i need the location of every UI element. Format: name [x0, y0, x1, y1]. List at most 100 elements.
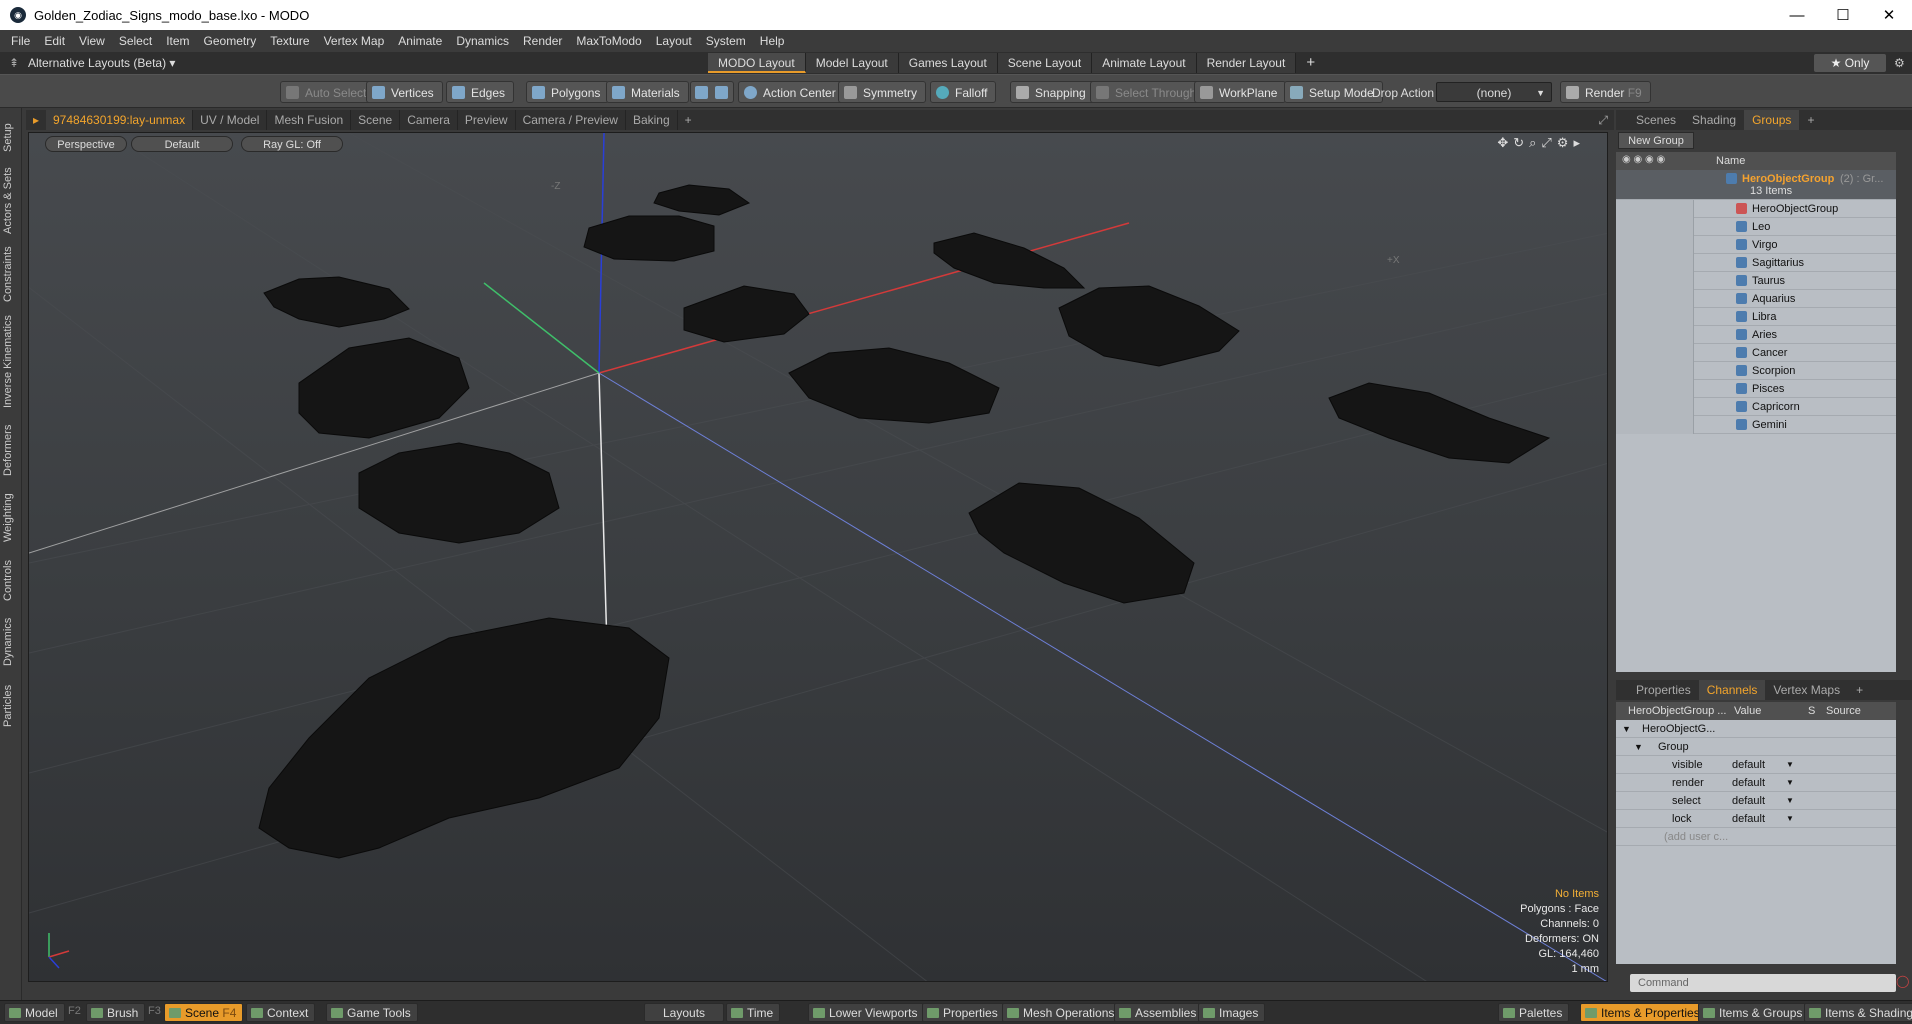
zodiac-mesh-aries[interactable]	[653, 184, 751, 216]
falloff-button[interactable]: Falloff	[930, 81, 997, 103]
setup-mode-button[interactable]: Setup Mode	[1284, 81, 1383, 103]
tab-modo-layout[interactable]: MODO Layout	[708, 53, 806, 73]
tab-shading[interactable]: Shading	[1684, 110, 1744, 130]
brush-button[interactable]: Brush	[86, 1003, 146, 1022]
tree-item[interactable]: Libra	[1616, 308, 1896, 326]
mesh-operations-button[interactable]: Mesh Operations	[1002, 1003, 1122, 1022]
tab-setup[interactable]: Setup	[2, 118, 20, 158]
add-panel-tab-button[interactable]: +	[1799, 110, 1822, 130]
items-shading-button[interactable]: Items & Shading	[1804, 1003, 1912, 1022]
menu-animate[interactable]: Animate	[391, 34, 449, 48]
menu-vertex-map[interactable]: Vertex Map	[317, 34, 392, 48]
channel-group[interactable]: ▼ Group	[1616, 738, 1896, 756]
menu-geometry[interactable]: Geometry	[197, 34, 264, 48]
palettes-button[interactable]: Palettes	[1498, 1003, 1570, 1022]
channel-root[interactable]: ▼ HeroObjectG...	[1616, 720, 1896, 738]
game-tools-button[interactable]: Game Tools	[326, 1003, 418, 1022]
zodiac-mesh-pisces[interactable]	[1328, 382, 1551, 464]
items-groups-button[interactable]: Items & Groups	[1698, 1003, 1810, 1022]
model-button[interactable]: Model	[4, 1003, 65, 1022]
tab-uv-model[interactable]: UV / Model	[193, 110, 268, 130]
gear-icon[interactable]: ⚙	[1894, 56, 1905, 70]
tab-preview[interactable]: Preview	[458, 110, 516, 130]
tree-item[interactable]: Virgo	[1616, 236, 1896, 254]
tab-render-layout[interactable]: Render Layout	[1196, 53, 1297, 73]
tab-camera[interactable]: Camera	[400, 110, 458, 130]
menu-layout[interactable]: Layout	[649, 34, 699, 48]
tab-scenes[interactable]: Scenes	[1628, 110, 1684, 130]
polygons-button[interactable]: Polygons	[526, 81, 610, 103]
menu-maxtomodo[interactable]: MaxToModo	[569, 34, 648, 48]
auto-select-button[interactable]: Auto Select	[280, 81, 376, 103]
snapping-button[interactable]: Snapping	[1010, 81, 1095, 103]
tab-lay-unmax[interactable]: 97484630199:lay-unmax	[46, 110, 194, 130]
tab-actors-sets[interactable]: Actors & Sets	[2, 166, 20, 236]
default-shading-button[interactable]: Default	[131, 136, 233, 152]
items-properties-button[interactable]: Items & Properties	[1580, 1003, 1707, 1022]
tab-games-layout[interactable]: Games Layout	[898, 53, 998, 73]
menu-select[interactable]: Select	[112, 34, 159, 48]
maximize-button[interactable]: ☐	[1820, 6, 1866, 24]
scene-button[interactable]: Scene F4	[164, 1003, 244, 1022]
tree-item[interactable]: Scorpion	[1616, 362, 1896, 380]
only-toggle[interactable]: ★ Only	[1814, 54, 1886, 72]
3d-viewport[interactable]: -Z +X Perspective Default Ray GL: Off ✥↻…	[28, 132, 1608, 982]
materials-button[interactable]: Materials	[606, 81, 689, 103]
tab-properties[interactable]: Properties	[1628, 680, 1699, 700]
assemblies-button[interactable]: Assemblies	[1114, 1003, 1204, 1022]
channel-row-select[interactable]: select default ▼	[1616, 792, 1896, 810]
tab-baking[interactable]: Baking	[626, 110, 678, 130]
drop-action-select[interactable]: (none) ▼	[1436, 82, 1552, 102]
zodiac-mesh-cancer[interactable]	[258, 617, 670, 859]
zodiac-mesh-cancer-small[interactable]	[683, 285, 810, 343]
alternative-layouts-dropdown[interactable]: Alternative Layouts (Beta) ▾	[28, 56, 708, 70]
menu-view[interactable]: View	[72, 34, 112, 48]
tab-vertex-maps[interactable]: Vertex Maps	[1765, 680, 1848, 700]
add-tab-button[interactable]: +	[678, 110, 699, 130]
menu-file[interactable]: File	[4, 34, 37, 48]
tree-item[interactable]: Taurus	[1616, 272, 1896, 290]
tree-item[interactable]: Aquarius	[1616, 290, 1896, 308]
action-center-button[interactable]: Action Center	[738, 81, 845, 103]
channel-row-lock[interactable]: lock default ▼	[1616, 810, 1896, 828]
tree-item[interactable]: Pisces	[1616, 380, 1896, 398]
tree-item[interactable]: Aries	[1616, 326, 1896, 344]
zodiac-mesh-sagittarius[interactable]	[788, 347, 1000, 424]
zodiac-mesh-aquarius[interactable]	[968, 482, 1195, 604]
raygl-button[interactable]: Ray GL: Off	[241, 136, 343, 152]
chevron-down-icon[interactable]: ▼	[1786, 774, 1794, 792]
chevron-down-icon[interactable]: ▼	[1786, 792, 1794, 810]
tab-animate-layout[interactable]: Animate Layout	[1092, 53, 1197, 73]
menu-item[interactable]: Item	[159, 34, 196, 48]
channel-row-render[interactable]: render default ▼	[1616, 774, 1896, 792]
tree-item[interactable]: Sagittarius	[1616, 254, 1896, 272]
tab-weighting[interactable]: Weighting	[2, 488, 20, 548]
menu-texture[interactable]: Texture	[263, 34, 316, 48]
tab-deformers[interactable]: Deformers	[2, 420, 20, 480]
menu-render[interactable]: Render	[516, 34, 569, 48]
tab-model-layout[interactable]: Model Layout	[805, 53, 899, 73]
close-button[interactable]: ✕	[1866, 6, 1912, 24]
chevron-down-icon[interactable]: ▼	[1786, 810, 1794, 828]
zodiac-mesh-taurus[interactable]	[583, 215, 715, 262]
minimize-button[interactable]: —	[1774, 7, 1820, 24]
properties-button[interactable]: Properties	[922, 1003, 1005, 1022]
tab-particles[interactable]: Particles	[2, 678, 20, 734]
edges-button[interactable]: Edges	[446, 81, 515, 103]
tree-item[interactable]: Cancer	[1616, 344, 1896, 362]
zodiac-mesh-gemini[interactable]	[358, 442, 560, 544]
add-user-channel[interactable]: (add user c...	[1616, 828, 1896, 846]
tab-inverse-kinematics[interactable]: Inverse Kinematics	[2, 312, 20, 412]
tab-options-icon[interactable]: ▸	[26, 113, 46, 127]
tab-mesh-fusion[interactable]: Mesh Fusion	[267, 110, 352, 130]
add-properties-tab-button[interactable]: +	[1848, 680, 1871, 700]
menu-dynamics[interactable]: Dynamics	[449, 34, 516, 48]
menu-edit[interactable]: Edit	[37, 34, 72, 48]
tree-item[interactable]: Leo	[1616, 218, 1896, 236]
tab-controls[interactable]: Controls	[2, 556, 20, 606]
add-layout-button[interactable]: +	[1296, 53, 1325, 73]
command-input[interactable]: Command	[1630, 974, 1896, 992]
layouts-button[interactable]: Layouts	[644, 1003, 725, 1022]
channel-row-visible[interactable]: visible default ▼	[1616, 756, 1896, 774]
tab-constraints[interactable]: Constraints	[2, 244, 20, 304]
